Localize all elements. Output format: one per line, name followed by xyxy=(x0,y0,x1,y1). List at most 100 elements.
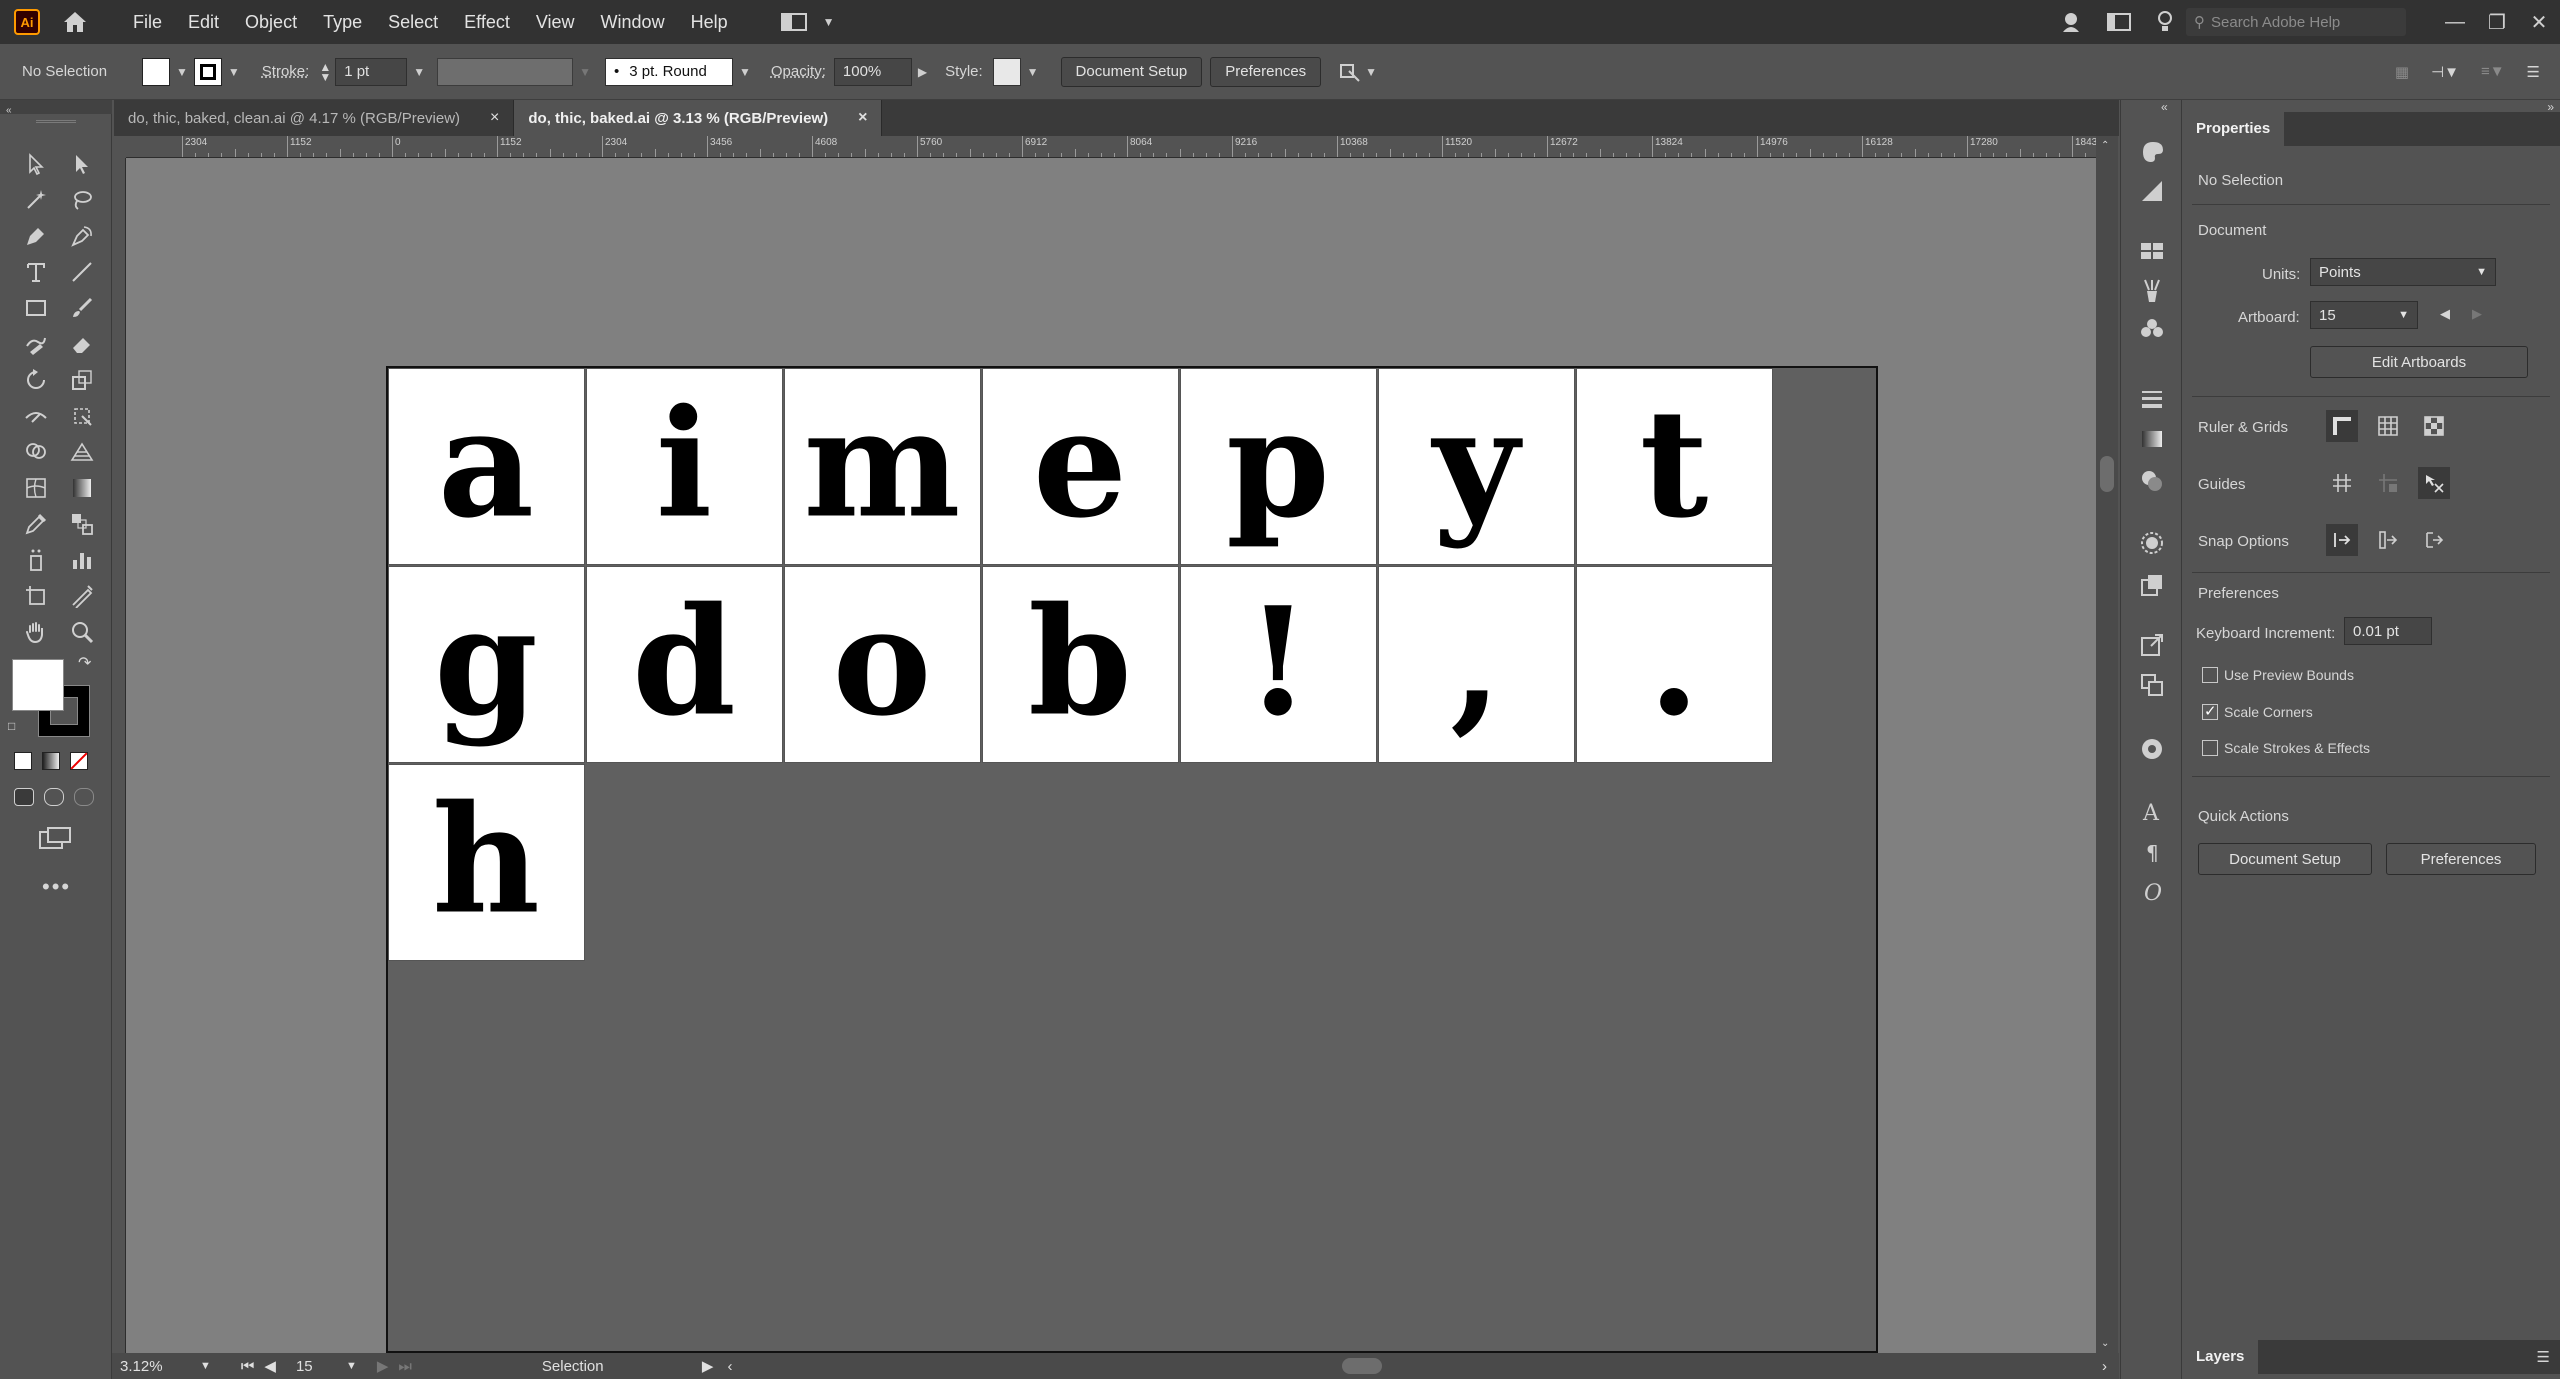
first-artboard-icon[interactable]: ⏮ xyxy=(241,1358,255,1375)
home-icon[interactable] xyxy=(60,7,90,37)
glyph-artboard[interactable]: a xyxy=(388,368,585,565)
arrange-docs-icon[interactable] xyxy=(2094,12,2144,32)
tab-doc-baked[interactable]: do, thic, baked.ai @ 3.13 % (RGB/Preview… xyxy=(514,100,883,136)
free-transform-tool-icon[interactable] xyxy=(60,400,104,432)
type-tool-icon[interactable] xyxy=(14,256,58,288)
horizontal-scroll-thumb[interactable] xyxy=(1342,1358,1383,1374)
column-graph-tool-icon[interactable] xyxy=(60,544,104,576)
quick-preferences-button[interactable]: Preferences xyxy=(2386,843,2536,875)
menu-edit[interactable]: Edit xyxy=(175,12,232,33)
opacity-arrow-icon[interactable]: ▶ xyxy=(918,65,927,79)
artboards-panel-icon[interactable] xyxy=(2137,670,2167,700)
shaper-tool-icon[interactable] xyxy=(14,328,58,360)
paintbrush-tool-icon[interactable] xyxy=(60,292,104,324)
artboard-number[interactable]: 15 xyxy=(296,1358,346,1375)
toolbar-grip[interactable] xyxy=(36,120,76,123)
rotate-tool-icon[interactable] xyxy=(14,364,58,396)
variable-width-profile[interactable] xyxy=(437,57,574,86)
stroke-weight-dropdown-icon[interactable]: ▼ xyxy=(413,65,425,79)
menu-window[interactable]: Window xyxy=(588,12,678,33)
blend-tool-icon[interactable] xyxy=(60,508,104,540)
scale-tool-icon[interactable] xyxy=(60,364,104,396)
screen-mode-icon[interactable] xyxy=(38,826,72,856)
glyph-artboard[interactable]: . xyxy=(1576,566,1773,763)
transparency-grid-icon[interactable] xyxy=(2418,410,2450,442)
snap-to-pixel-icon[interactable] xyxy=(2372,524,2404,556)
stroke-dropdown-icon[interactable]: ▼ xyxy=(228,65,240,79)
mesh-tool-icon[interactable] xyxy=(14,472,58,504)
keyboard-increment-input[interactable]: 0.01 pt xyxy=(2344,617,2432,645)
symbols-icon[interactable] xyxy=(2137,314,2167,344)
transform-icon[interactable]: ≡▼ xyxy=(2481,63,2505,80)
scroll-down-icon[interactable]: ⌄ xyxy=(2101,1338,2109,1349)
vertical-scrollbar[interactable]: ⌃ ⌄ xyxy=(2096,136,2118,1353)
gradient-panel-icon[interactable] xyxy=(2137,424,2167,454)
slice-tool-icon[interactable] xyxy=(60,580,104,612)
units-select[interactable]: Points ▼ xyxy=(2310,258,2496,286)
expand-panel-icon[interactable]: » xyxy=(2547,100,2554,114)
tab-layers[interactable]: Layers xyxy=(2182,1340,2259,1374)
brush-dropdown-icon[interactable]: ▼ xyxy=(739,65,751,79)
glyph-artboard[interactable]: h xyxy=(388,764,585,961)
opacity-input[interactable]: 100% xyxy=(833,57,912,86)
glyph-artboard[interactable]: g xyxy=(388,566,585,763)
fill-stroke-control[interactable]: ↷ □ xyxy=(8,655,98,737)
vertical-ruler[interactable] xyxy=(112,158,126,1353)
glyph-artboard[interactable]: , xyxy=(1378,566,1575,763)
artboard-select[interactable]: 15 ▼ xyxy=(2310,301,2418,329)
character-icon[interactable]: A xyxy=(2137,796,2167,826)
none-icon[interactable] xyxy=(70,752,88,770)
next-artboard-button[interactable]: ▶ xyxy=(2472,306,2482,322)
use-preview-bounds-checkbox[interactable] xyxy=(2202,667,2218,683)
fill-color-box[interactable] xyxy=(12,659,64,711)
scroll-right-icon[interactable]: › xyxy=(2102,1358,2107,1375)
opacity-label[interactable]: Opacity: xyxy=(771,63,826,80)
appearance-icon[interactable] xyxy=(2137,528,2167,558)
scale-strokes-checkbox[interactable] xyxy=(2202,740,2218,756)
color-icon[interactable] xyxy=(14,752,32,770)
glyph-artboard[interactable]: m xyxy=(784,368,981,565)
glyph-artboard[interactable]: ! xyxy=(1180,566,1377,763)
restore-button[interactable]: ❐ xyxy=(2476,10,2518,35)
search-help-field[interactable]: ⚲ Search Adobe Help xyxy=(2186,8,2406,36)
preferences-button[interactable]: Preferences xyxy=(1210,56,1322,87)
rectangle-tool-icon[interactable] xyxy=(14,292,58,324)
close-window-button[interactable]: ✕ xyxy=(2518,10,2560,35)
lock-guides-icon[interactable] xyxy=(2372,467,2404,499)
paragraph-icon[interactable]: ¶ xyxy=(2137,836,2167,866)
eraser-tool-icon[interactable] xyxy=(60,328,104,360)
quick-document-setup-button[interactable]: Document Setup xyxy=(2198,843,2372,875)
grid-toggle-icon[interactable] xyxy=(2372,410,2404,442)
layers-menu-icon[interactable]: ☰ xyxy=(2537,1348,2550,1366)
canvas[interactable]: a i m e p y t g d o b!,. h xyxy=(126,158,2096,1353)
workspace-switcher[interactable]: ▼ xyxy=(780,12,841,32)
glyph-artboard[interactable]: d xyxy=(586,566,783,763)
graphic-styles-icon[interactable] xyxy=(2137,570,2167,600)
default-fill-stroke-icon[interactable]: □ xyxy=(8,719,15,733)
rulers-toggle-icon[interactable] xyxy=(2326,410,2358,442)
export-icon[interactable] xyxy=(2137,630,2167,660)
gradient-icon[interactable] xyxy=(42,752,60,770)
color-panel-icon[interactable] xyxy=(2137,136,2167,166)
prev-artboard-button[interactable]: ◀ xyxy=(2440,306,2450,322)
brushes-icon[interactable] xyxy=(2137,276,2167,306)
opentype-icon[interactable]: O xyxy=(2137,876,2167,906)
distribute-icon[interactable]: ⊣▼ xyxy=(2431,63,2459,81)
vertical-scroll-thumb[interactable] xyxy=(2100,456,2114,492)
lightbulb-icon[interactable] xyxy=(2144,10,2186,34)
symbol-sprayer-tool-icon[interactable] xyxy=(14,544,58,576)
prev-artboard-icon[interactable]: ◀ xyxy=(264,1357,276,1375)
color-guide-icon[interactable] xyxy=(2137,176,2167,206)
glyph-artboard[interactable]: b xyxy=(982,566,1179,763)
minimize-button[interactable]: — xyxy=(2434,11,2476,34)
collapse-dock-icon[interactable]: « xyxy=(2161,100,2168,114)
menu-object[interactable]: Object xyxy=(232,12,310,33)
guides-toggle-icon[interactable] xyxy=(2326,467,2358,499)
draw-behind-icon[interactable] xyxy=(44,788,64,806)
lasso-tool-icon[interactable] xyxy=(60,184,104,216)
glyph-artboard[interactable]: y xyxy=(1378,368,1575,565)
glyph-artboard[interactable]: p xyxy=(1180,368,1377,565)
perspective-grid-tool-icon[interactable] xyxy=(60,436,104,468)
panel-menu-icon[interactable]: ☰ xyxy=(2527,63,2540,81)
scroll-up-icon[interactable]: ⌃ xyxy=(2101,140,2109,151)
